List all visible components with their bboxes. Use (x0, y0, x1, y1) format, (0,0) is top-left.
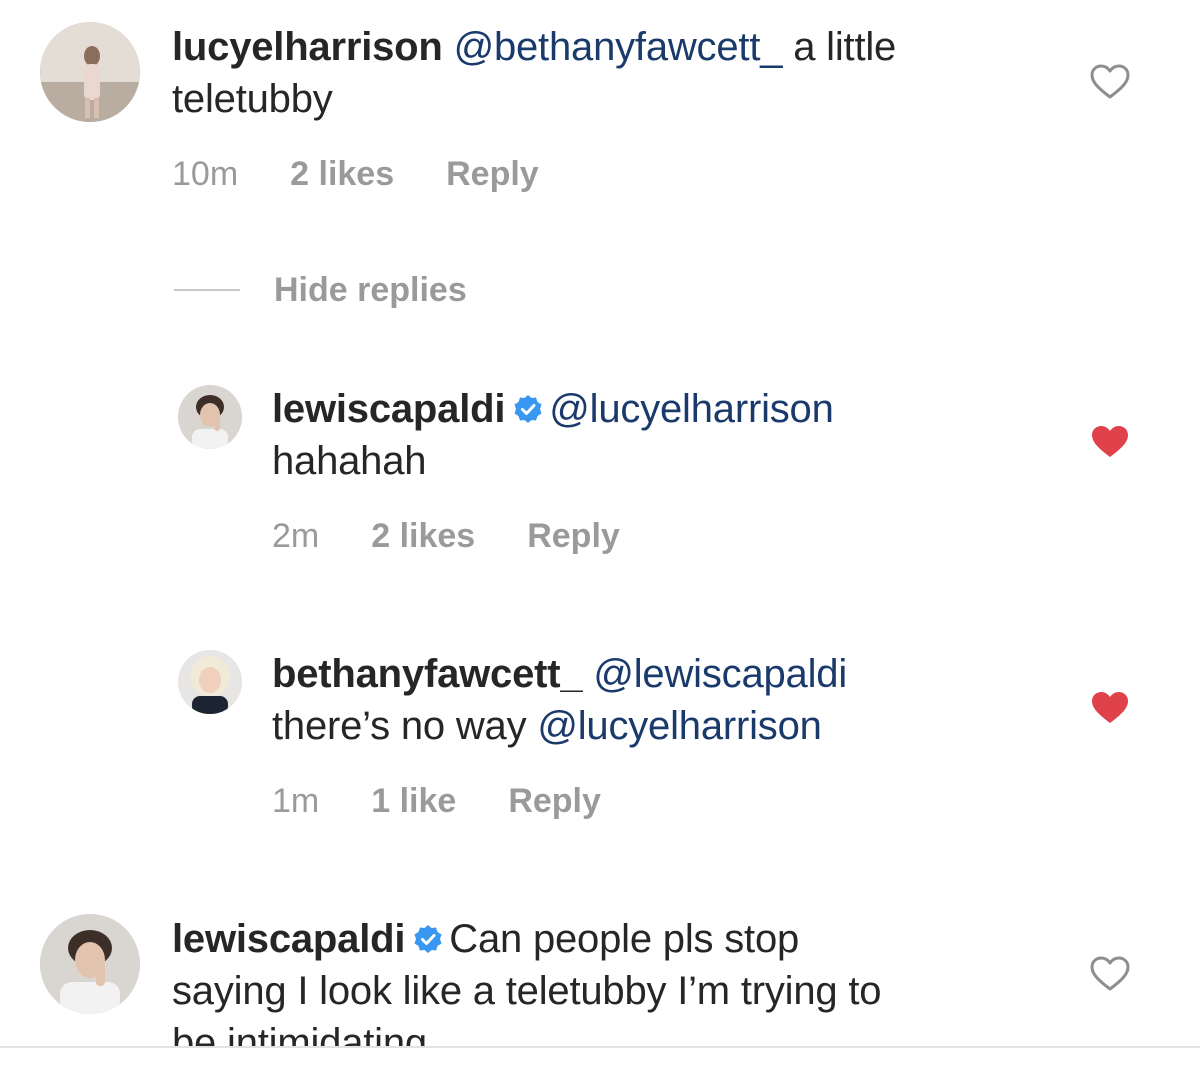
avatar-image (178, 650, 242, 714)
heart-icon[interactable] (1090, 64, 1130, 100)
comment-body: there’s no way (272, 704, 527, 748)
comment-username[interactable]: lewiscapaldi (172, 917, 405, 961)
comment-body: saying I look like a teletubby I’m tryin… (172, 969, 882, 1013)
reply-button[interactable]: Reply (446, 155, 539, 193)
divider (174, 289, 240, 291)
reply-button[interactable]: Reply (527, 517, 620, 555)
avatar[interactable] (178, 385, 242, 449)
mention-link[interactable]: @lewiscapaldi (593, 652, 847, 696)
hide-replies-label: Hide replies (274, 270, 467, 309)
comment-body: Can people pls stop (449, 917, 800, 961)
comment-body: teletubby (172, 77, 333, 121)
heart-filled-icon[interactable] (1090, 424, 1130, 460)
verified-badge-icon (414, 925, 442, 953)
comment-input-bar (0, 1046, 1200, 1085)
likes-count[interactable]: 1 like (371, 782, 456, 820)
verified-badge-icon (514, 395, 542, 423)
comments-list: lucyelharrison @bethanyfawcett_ a little… (0, 0, 1200, 1046)
avatar[interactable] (40, 22, 140, 122)
comment-text: lewiscapaldi @lucyelharrison hahahah (272, 383, 834, 487)
likes-count[interactable]: 2 likes (290, 155, 394, 193)
mention-link[interactable]: @lucyelharrison (549, 387, 834, 431)
hide-replies-toggle[interactable]: Hide replies (174, 268, 467, 312)
comment-body: be intimidating (172, 1021, 427, 1046)
avatar-image (40, 22, 140, 122)
avatar[interactable] (178, 650, 242, 714)
heart-filled-icon[interactable] (1090, 690, 1130, 726)
heart-icon[interactable] (1090, 956, 1130, 992)
comment-username[interactable]: lucyelharrison (172, 25, 443, 69)
comment-text: lucyelharrison @bethanyfawcett_ a little… (172, 21, 896, 125)
mention-link[interactable]: @bethanyfawcett_ (454, 25, 783, 69)
reply-button[interactable]: Reply (508, 782, 601, 820)
comment-meta: 1m 1 like Reply (272, 781, 601, 821)
comment-text: bethanyfawcett_ @lewiscapaldi there’s no… (272, 648, 847, 752)
comment-body: a little (793, 25, 897, 69)
comment-meta: 10m 2 likes Reply (172, 154, 539, 194)
comment-username[interactable]: bethanyfawcett_ (272, 652, 583, 696)
comment-time: 1m (272, 782, 320, 820)
comment-username[interactable]: lewiscapaldi (272, 387, 505, 431)
avatar-image (40, 914, 140, 1014)
mention-link[interactable]: @lucyelharrison (537, 704, 822, 748)
comment-text: lewiscapaldi Can people pls stop saying … (172, 913, 882, 1046)
comment-meta: 2m 2 likes Reply (272, 516, 620, 556)
comment-time: 2m (272, 517, 320, 555)
comment-time: 10m (172, 155, 239, 193)
comment-body: hahahah (272, 439, 427, 483)
likes-count[interactable]: 2 likes (371, 517, 475, 555)
avatar[interactable] (40, 914, 140, 1014)
avatar-image (178, 385, 242, 449)
